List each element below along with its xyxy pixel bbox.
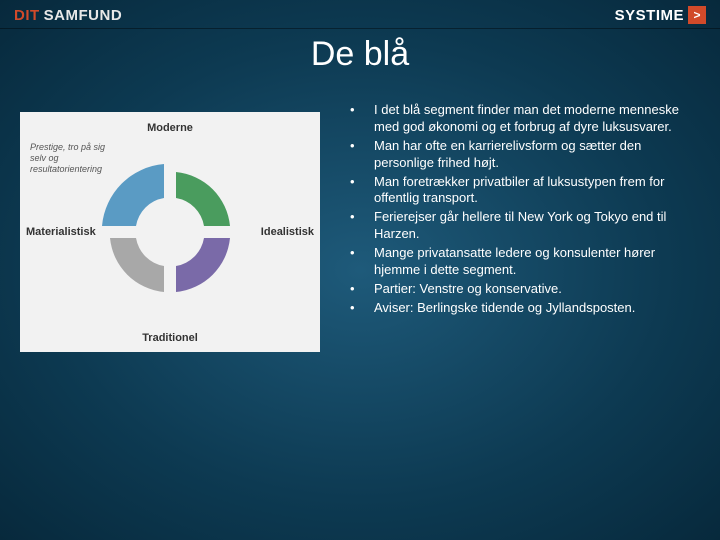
bullet-icon: • [346,102,374,136]
header-bar: DIT SAMFUND SYSTIME > [0,0,720,29]
bullet-icon: • [346,281,374,298]
axis-label-bottom: Traditionel [142,332,198,344]
brand-left-part1: DIT [14,7,40,24]
brand-right-text: SYSTIME [615,7,684,24]
bullet-text: Partier: Venstre og konservative. [374,281,700,298]
brand-right: SYSTIME > [615,6,706,24]
content-row: Moderne Traditionel Materialistisk Ideal… [0,74,720,362]
list-item: •I det blå segment finder man det modern… [346,102,700,136]
axis-label-top: Moderne [147,122,193,134]
slide-title: De blå [0,35,720,74]
segment-diagram: Moderne Traditionel Materialistisk Ideal… [20,112,320,352]
bullet-icon: • [346,138,374,172]
bullet-icon: • [346,245,374,279]
bullet-icon: • [346,174,374,208]
segment-wheel-icon [95,157,245,307]
brand-left-part2: SAMFUND [44,7,123,24]
bullet-text: Aviser: Berlingske tidende og Jyllandspo… [374,300,700,317]
list-item: •Aviser: Berlingske tidende og Jyllandsp… [346,300,700,317]
bullet-column: •I det blå segment finder man det modern… [346,102,700,362]
chevron-right-icon: > [688,6,706,24]
bullet-icon: • [346,209,374,243]
axis-label-right: Idealistisk [261,226,314,238]
axis-label-left: Materialistisk [26,226,96,238]
diagram-column: Moderne Traditionel Materialistisk Ideal… [10,102,330,362]
list-item: •Ferierejser går hellere til New York og… [346,209,700,243]
brand-left: DIT SAMFUND [14,7,122,24]
bullet-text: Man foretrækker privatbiler af luksustyp… [374,174,700,208]
bullet-list: •I det blå segment finder man det modern… [346,102,700,317]
list-item: •Mange privatansatte ledere og konsulent… [346,245,700,279]
bullet-text: I det blå segment finder man det moderne… [374,102,700,136]
list-item: •Man har ofte en karrierelivsform og sæt… [346,138,700,172]
list-item: •Man foretrækker privatbiler af luksusty… [346,174,700,208]
bullet-icon: • [346,300,374,317]
list-item: •Partier: Venstre og konservative. [346,281,700,298]
bullet-text: Mange privatansatte ledere og konsulente… [374,245,700,279]
bullet-text: Ferierejser går hellere til New York og … [374,209,700,243]
bullet-text: Man har ofte en karrierelivsform og sætt… [374,138,700,172]
